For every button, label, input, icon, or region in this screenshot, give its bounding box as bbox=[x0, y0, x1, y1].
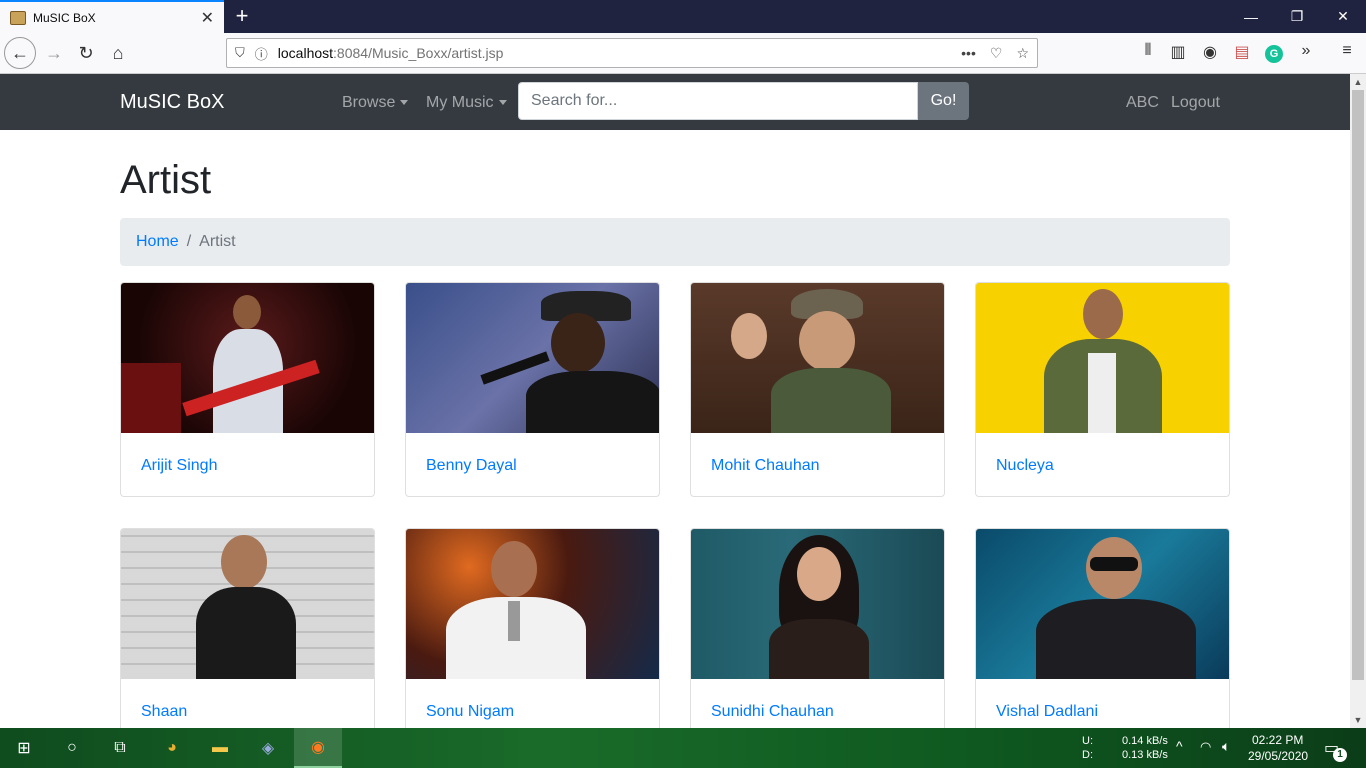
grammarly-icon[interactable]: G bbox=[1265, 45, 1283, 63]
artist-name-link[interactable]: Shaan bbox=[141, 703, 187, 721]
overflow-chevron-icon[interactable]: » bbox=[1294, 42, 1318, 60]
cortana-search-icon[interactable]: ○ bbox=[48, 728, 96, 768]
download-speed: 0.13 kB/s bbox=[1122, 749, 1168, 761]
logout-link[interactable]: Logout bbox=[1171, 94, 1220, 112]
windows-taskbar: ⊞ ○ ⧉ ◕ ▬ ◈ ◉ U: D: 0.14 kB/s 0.13 kB/s … bbox=[0, 728, 1366, 768]
notification-count-badge: 1 bbox=[1333, 748, 1347, 762]
artist-photo[interactable] bbox=[691, 529, 944, 679]
breadcrumb-separator: / bbox=[186, 233, 192, 250]
back-icon[interactable]: ← bbox=[4, 37, 36, 69]
artist-card[interactable]: Shaan bbox=[120, 528, 375, 728]
artist-card[interactable]: Benny Dayal bbox=[405, 282, 660, 497]
artist-photo[interactable] bbox=[121, 529, 374, 679]
app-cube-icon[interactable]: ◈ bbox=[244, 728, 292, 768]
tab-close-icon[interactable]: ✕ bbox=[201, 8, 214, 28]
artist-name-link[interactable]: Benny Dayal bbox=[426, 457, 517, 475]
tray-chevron-icon[interactable]: ^ bbox=[1176, 738, 1183, 754]
artist-card[interactable]: Sunidhi Chauhan bbox=[690, 528, 945, 728]
firefox-icon[interactable]: ◉ bbox=[294, 728, 342, 768]
artist-name-link[interactable]: Sonu Nigam bbox=[426, 703, 514, 721]
window-close-icon[interactable]: ✕ bbox=[1320, 0, 1366, 33]
scroll-down-icon[interactable]: ▼ bbox=[1350, 712, 1366, 728]
library-icon[interactable]: ⫴ bbox=[1136, 42, 1160, 60]
browse-dropdown[interactable]: Browse bbox=[342, 94, 409, 112]
artist-name-link[interactable]: Sunidhi Chauhan bbox=[711, 703, 834, 721]
url-path: :8084/Music_Boxx/artist.jsp bbox=[333, 45, 504, 61]
breadcrumb: Home / Artist bbox=[120, 218, 1230, 266]
chrome-icon[interactable]: ◕ bbox=[148, 728, 196, 768]
artist-name-link[interactable]: Arijit Singh bbox=[141, 457, 217, 475]
favicon-icon bbox=[10, 10, 26, 25]
info-icon[interactable]: ⓘ bbox=[255, 44, 268, 63]
extension-icon[interactable]: ▤ bbox=[1230, 42, 1254, 62]
upload-label: U: bbox=[1082, 735, 1093, 747]
url-host: localhost bbox=[277, 45, 334, 61]
wifi-icon[interactable]: ◠ bbox=[1200, 739, 1211, 755]
artist-photo[interactable] bbox=[976, 283, 1229, 433]
user-link[interactable]: ABC bbox=[1126, 94, 1159, 112]
artist-photo[interactable] bbox=[406, 283, 659, 433]
artist-card[interactable]: Arijit Singh bbox=[120, 282, 375, 497]
page-scrollbar[interactable]: ▲ ▼ bbox=[1350, 74, 1366, 728]
artist-photo[interactable] bbox=[691, 283, 944, 433]
new-tab-icon[interactable]: + bbox=[230, 4, 254, 28]
clock-time[interactable]: 02:22 PM bbox=[1252, 733, 1303, 747]
web-page: MuSIC BoX Browse My Music Go! ABC Logout… bbox=[0, 74, 1350, 728]
brand-logo[interactable]: MuSIC BoX bbox=[120, 91, 224, 114]
artist-photo[interactable] bbox=[976, 529, 1229, 679]
search-input[interactable] bbox=[518, 82, 918, 120]
clock-date[interactable]: 29/05/2020 bbox=[1248, 749, 1308, 763]
my-music-dropdown[interactable]: My Music bbox=[426, 94, 507, 112]
download-label: D: bbox=[1082, 749, 1093, 761]
browse-label: Browse bbox=[342, 94, 396, 111]
my-music-caret-icon bbox=[498, 100, 507, 106]
page-actions-icon[interactable]: ••• bbox=[961, 45, 976, 62]
pocket-icon[interactable]: ♡ bbox=[990, 45, 1003, 62]
shield-icon[interactable]: ⛉ bbox=[235, 45, 245, 61]
browser-tab[interactable]: MuSIC BoX ✕ bbox=[0, 0, 224, 33]
reload-icon[interactable]: ↻ bbox=[70, 38, 102, 68]
go-button[interactable]: Go! bbox=[918, 82, 969, 120]
volume-icon[interactable]: 🔈︎ bbox=[1222, 738, 1230, 755]
page-title: Artist bbox=[120, 158, 212, 202]
account-icon[interactable]: ◉ bbox=[1198, 42, 1222, 62]
artist-card[interactable]: Mohit Chauhan bbox=[690, 282, 945, 497]
artist-photo[interactable] bbox=[121, 283, 374, 433]
artist-name-link[interactable]: Vishal Dadlani bbox=[996, 703, 1098, 721]
tab-title: MuSIC BoX bbox=[33, 10, 96, 25]
minimize-icon[interactable]: — bbox=[1228, 0, 1274, 33]
forward-icon[interactable]: → bbox=[38, 38, 70, 68]
artist-card[interactable]: Sonu Nigam bbox=[405, 528, 660, 728]
sidebar-icon[interactable]: ▥ bbox=[1166, 42, 1190, 62]
artist-card[interactable]: Nucleya bbox=[975, 282, 1230, 497]
upload-speed: 0.14 kB/s bbox=[1122, 735, 1168, 747]
scroll-up-icon[interactable]: ▲ bbox=[1350, 74, 1366, 90]
artist-card[interactable]: Vishal Dadlani bbox=[975, 528, 1230, 728]
bookmark-star-icon[interactable]: ☆ bbox=[1016, 45, 1029, 62]
my-music-label: My Music bbox=[426, 94, 494, 111]
hamburger-menu-icon[interactable]: ≡ bbox=[1335, 42, 1359, 60]
browse-caret-icon bbox=[400, 100, 409, 106]
artist-name-link[interactable]: Mohit Chauhan bbox=[711, 457, 820, 475]
app-navbar: MuSIC BoX Browse My Music Go! ABC Logout bbox=[0, 74, 1350, 130]
scrollbar-thumb[interactable] bbox=[1352, 90, 1364, 680]
breadcrumb-home-link[interactable]: Home bbox=[136, 233, 179, 251]
url-bar[interactable]: ⛉ ⓘ localhost:8084/Music_Boxx/artist.jsp… bbox=[226, 38, 1038, 68]
task-view-icon[interactable]: ⧉ bbox=[96, 728, 144, 768]
windows-start-icon[interactable]: ⊞ bbox=[0, 728, 48, 768]
breadcrumb-current: Artist bbox=[199, 233, 236, 250]
browser-tab-bar: MuSIC BoX ✕ + — ❐ ✕ bbox=[0, 0, 1366, 33]
browser-toolbar: ← → ↻ ⌂ ⛉ ⓘ localhost:8084/Music_Boxx/ar… bbox=[0, 33, 1366, 74]
file-explorer-icon[interactable]: ▬ bbox=[196, 728, 244, 768]
home-icon[interactable]: ⌂ bbox=[102, 38, 134, 68]
restore-icon[interactable]: ❐ bbox=[1274, 0, 1320, 33]
artist-photo[interactable] bbox=[406, 529, 659, 679]
artist-name-link[interactable]: Nucleya bbox=[996, 457, 1054, 475]
